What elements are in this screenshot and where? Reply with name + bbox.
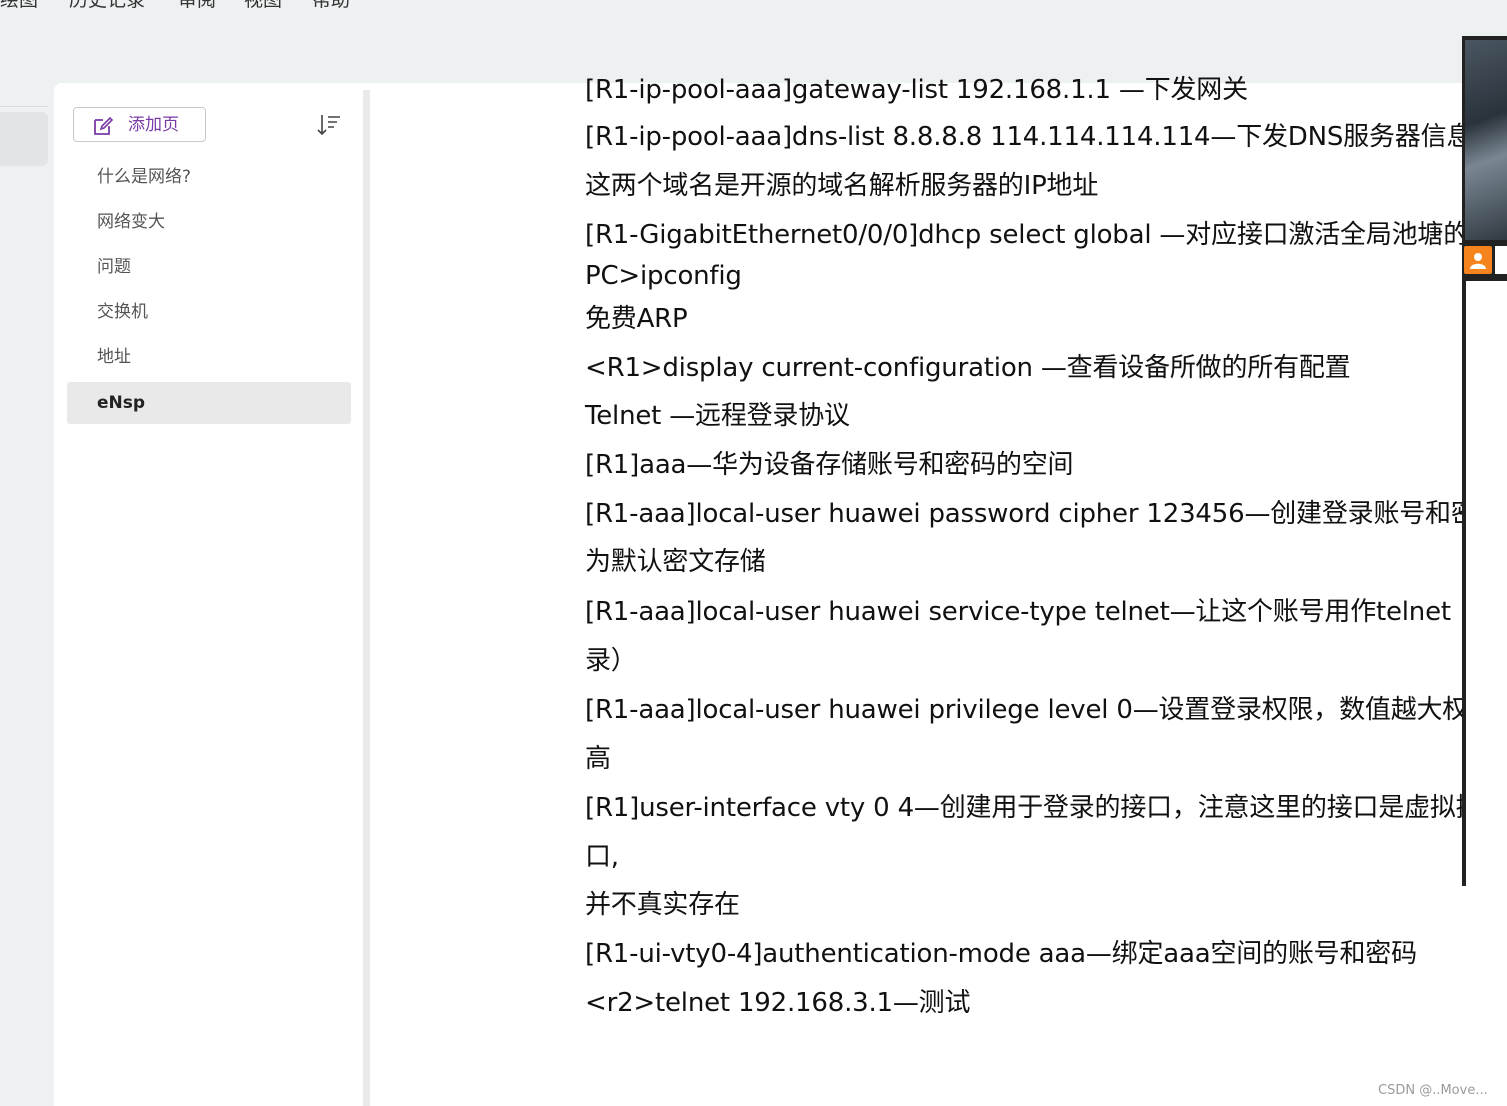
page-item-switch[interactable]: 交换机 — [67, 291, 351, 333]
note-line: PC>ipconfig — [585, 261, 742, 291]
page-item-what-is-network[interactable]: 什么是网络? — [67, 156, 351, 198]
page-item-problems[interactable]: 问题 — [67, 246, 351, 288]
menu-help[interactable]: 帮助 — [312, 0, 350, 12]
note-line: 录） — [585, 646, 637, 676]
note-line: [R1]user-interface vty 0 4—创建用于登录的接口，注意这… — [585, 793, 1482, 823]
note-line: 为默认密文存储 — [585, 547, 766, 577]
preview-panel — [1466, 281, 1507, 886]
note-line: 口, — [585, 842, 619, 872]
sort-button[interactable] — [316, 112, 342, 138]
menu-view[interactable]: 视图 — [244, 0, 282, 12]
floating-preview-window[interactable] — [1462, 36, 1507, 886]
sidebar-resize-handle[interactable] — [363, 90, 370, 1106]
menu-history[interactable]: 历史记录 — [69, 0, 145, 12]
note-line: Telnet —远程登录协议 — [585, 401, 850, 431]
page-item-label: eNsp — [97, 393, 146, 413]
note-line: 这两个域名是开源的域名解析服务器的IP地址 — [585, 171, 1099, 201]
note-line: [R1-aaa]local-user huawei password ciphe… — [585, 499, 1507, 529]
section-divider — [0, 106, 48, 107]
note-line: 免费ARP — [585, 304, 688, 334]
note-line: [R1]aaa—华为设备存储账号和密码的空间 — [585, 450, 1074, 480]
avatar-icon[interactable] — [1464, 246, 1492, 274]
note-line: [R1-GigabitEthernet0/0/0]dhcp select glo… — [585, 220, 1507, 250]
page-item-label: 问题 — [97, 257, 131, 277]
note-line: [R1-ui-vty0-4]authentication-mode aaa—绑定… — [585, 939, 1417, 969]
add-page-button[interactable]: 添加页 — [73, 107, 206, 142]
note-line: 高 — [585, 744, 611, 774]
note-line: [R1-aaa]local-user huawei privilege leve… — [585, 695, 1507, 725]
sort-icon — [317, 115, 340, 136]
note-line: <R1>display current-configuration —查看设备所… — [585, 353, 1351, 383]
preview-image — [1465, 40, 1507, 240]
note-line: <r2>telnet 192.168.3.1—测试 — [585, 988, 971, 1018]
menu-bar: 绘图 历史记录 审阅 视图 帮助 — [0, 0, 1507, 82]
page-item-ensp[interactable]: eNsp — [67, 382, 351, 424]
note-line: [R1-aaa]local-user huawei service-type t… — [585, 597, 1507, 627]
page-item-address[interactable]: 地址 — [67, 336, 351, 378]
watermark: CSDN @..Move... — [1378, 1083, 1488, 1098]
page-item-network-grows[interactable]: 网络变大 — [67, 201, 351, 243]
edit-page-icon — [92, 115, 114, 137]
section-tab[interactable] — [0, 112, 48, 166]
note-line: 并不真实存在 — [585, 890, 740, 920]
note-line: [R1-ip-pool-aaa]gateway-list 192.168.1.1… — [585, 75, 1248, 105]
page-item-label: 地址 — [97, 347, 131, 367]
add-page-label: 添加页 — [128, 115, 179, 135]
menu-draw[interactable]: 绘图 — [0, 0, 38, 12]
note-line: [R1-ip-pool-aaa]dns-list 8.8.8.8 114.114… — [585, 122, 1473, 152]
page-item-label: 交换机 — [97, 302, 148, 322]
menu-review[interactable]: 审阅 — [178, 0, 216, 12]
page-item-label: 网络变大 — [97, 212, 165, 232]
preview-edge — [1495, 246, 1507, 274]
page-item-label: 什么是网络? — [97, 167, 192, 187]
